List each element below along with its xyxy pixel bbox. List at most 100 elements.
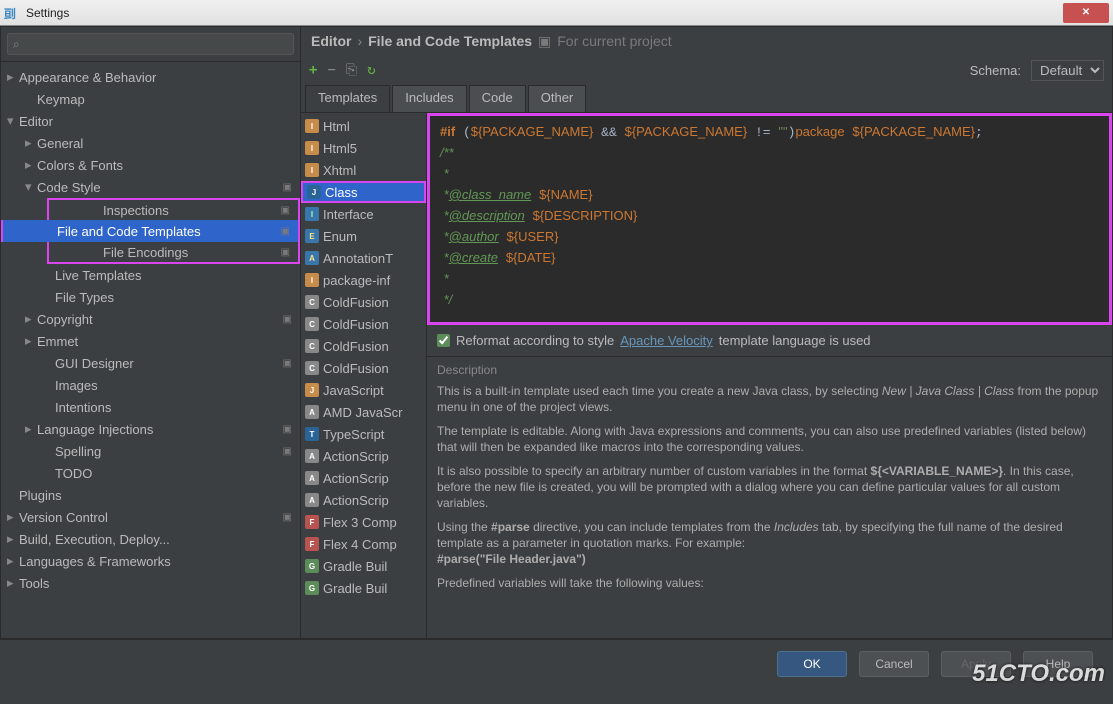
tab-templates[interactable]: Templates (305, 85, 390, 112)
reformat-row: Reformat according to style Apache Veloc… (427, 325, 1112, 356)
project-badge-icon: ▣ (283, 358, 292, 369)
tree-node[interactable]: TODO (1, 462, 300, 484)
tree-label: Appearance & Behavior (19, 70, 156, 85)
add-button[interactable]: + (309, 62, 317, 78)
tree-node[interactable]: Version Control▣ (1, 506, 300, 528)
template-item[interactable]: CColdFusion (301, 313, 426, 335)
tree-label: Plugins (19, 488, 62, 503)
tree-node[interactable]: Images (1, 374, 300, 396)
template-item[interactable]: AActionScrip (301, 467, 426, 489)
refresh-button[interactable]: ↻ (367, 62, 375, 78)
file-type-icon: A (305, 471, 319, 485)
template-item[interactable]: JClass (301, 181, 426, 203)
tree-node[interactable]: Emmet (1, 330, 300, 352)
chevron-right-icon (25, 135, 37, 151)
left-panel: ⌕ Appearance & BehaviorKeymapEditorGener… (1, 27, 301, 638)
file-type-icon: A (305, 251, 319, 265)
tree-node[interactable]: File Types (1, 286, 300, 308)
template-item[interactable]: FFlex 3 Comp (301, 511, 426, 533)
code-editor[interactable]: #if (${PACKAGE_NAME} && ${PACKAGE_NAME} … (427, 113, 1112, 325)
template-item[interactable]: Ipackage-inf (301, 269, 426, 291)
template-label: ColdFusion (323, 361, 389, 376)
tree-node[interactable]: Appearance & Behavior (1, 66, 300, 88)
template-item[interactable]: IHtml5 (301, 137, 426, 159)
tree-label: File Encodings (103, 245, 188, 260)
template-list[interactable]: IHtmlIHtml5IXhtmlJClassIInterfaceEEnumAA… (301, 113, 427, 638)
tab-other[interactable]: Other (528, 85, 587, 112)
chevron-right-icon (7, 509, 19, 525)
file-type-icon: I (305, 273, 319, 287)
template-item[interactable]: IInterface (301, 203, 426, 225)
template-item[interactable]: FFlex 4 Comp (301, 533, 426, 555)
tree-node[interactable]: Copyright▣ (1, 308, 300, 330)
template-label: Gradle Buil (323, 559, 387, 574)
window-title: Settings (26, 6, 69, 20)
apply-button[interactable]: Apply (941, 651, 1011, 677)
template-item[interactable]: GGradle Buil (301, 577, 426, 599)
help-button[interactable]: Help (1023, 651, 1093, 677)
template-item[interactable]: JJavaScript (301, 379, 426, 401)
tree-label: Code Style (37, 180, 101, 195)
tab-code[interactable]: Code (469, 85, 526, 112)
template-item[interactable]: CColdFusion (301, 357, 426, 379)
tree-node[interactable]: Languages & Frameworks (1, 550, 300, 572)
schema-select[interactable]: Default (1031, 60, 1104, 81)
template-item[interactable]: AActionScrip (301, 445, 426, 467)
template-item[interactable]: IHtml (301, 115, 426, 137)
file-type-icon: I (305, 163, 319, 177)
tree-node[interactable]: Live Templates (1, 264, 300, 286)
tree-node[interactable]: File Encodings▣ (47, 242, 300, 264)
template-item[interactable]: AAnnotationT (301, 247, 426, 269)
file-type-icon: I (305, 141, 319, 155)
template-item[interactable]: G Gradle Buil (301, 555, 426, 577)
app-icon: 刯 (4, 5, 20, 21)
tree-node[interactable]: GUI Designer▣ (1, 352, 300, 374)
project-badge-icon: ▣ (281, 205, 290, 216)
template-item[interactable]: AActionScrip (301, 489, 426, 511)
file-type-icon: I (305, 207, 319, 221)
tree-node[interactable]: Spelling▣ (1, 440, 300, 462)
reformat-checkbox[interactable] (437, 334, 450, 347)
cancel-button[interactable]: Cancel (859, 651, 929, 677)
chevron-right-icon (7, 553, 19, 569)
template-label: ActionScrip (323, 449, 389, 464)
tree-node[interactable]: Keymap (1, 88, 300, 110)
chevron-right-icon (25, 311, 37, 327)
tree-label: Languages & Frameworks (19, 554, 171, 569)
right-panel: Editor›File and Code Templates ▣ For cur… (301, 27, 1112, 638)
search-input[interactable] (7, 33, 294, 55)
tree-node[interactable]: Inspections▣ (47, 198, 300, 220)
template-label: ActionScrip (323, 493, 389, 508)
remove-button[interactable]: − (327, 62, 335, 78)
tree-node[interactable]: Code Style▣ (1, 176, 300, 198)
file-type-icon: A (305, 405, 319, 419)
template-item[interactable]: CColdFusion (301, 291, 426, 313)
template-item[interactable]: IXhtml (301, 159, 426, 181)
file-type-icon: G (305, 559, 319, 573)
template-label: Flex 4 Comp (323, 537, 397, 552)
tree-label: File and Code Templates (57, 224, 201, 239)
tree-node[interactable]: Tools (1, 572, 300, 594)
tree-node[interactable]: Colors & Fonts (1, 154, 300, 176)
settings-tree[interactable]: Appearance & Behavior KeymapEditor General… (1, 62, 300, 638)
tree-node[interactable]: Build, Execution, Deploy... (1, 528, 300, 550)
copy-button[interactable]: ⎘ (346, 62, 357, 78)
tree-node[interactable]: Plugins (1, 484, 300, 506)
tab-includes[interactable]: Includes (392, 85, 466, 112)
tree-node[interactable]: Intentions (1, 396, 300, 418)
template-label: AMD JavaScr (323, 405, 402, 420)
chevron-right-icon (25, 421, 37, 437)
tree-node[interactable]: Editor (1, 110, 300, 132)
tree-label: General (37, 136, 83, 151)
tree-node[interactable]: General (1, 132, 300, 154)
template-item[interactable]: EEnum (301, 225, 426, 247)
ok-button[interactable]: OK (777, 651, 847, 677)
tree-node[interactable]: Language Injections▣ (1, 418, 300, 440)
velocity-link[interactable]: Apache Velocity (620, 333, 713, 348)
tree-node[interactable]: File and Code Templates▣ (1, 220, 300, 242)
template-item[interactable]: TTypeScript (301, 423, 426, 445)
template-item[interactable]: CColdFusion (301, 335, 426, 357)
file-type-icon: C (305, 295, 319, 309)
close-button[interactable]: ✕ (1063, 3, 1109, 23)
template-item[interactable]: A AMD JavaScr (301, 401, 426, 423)
